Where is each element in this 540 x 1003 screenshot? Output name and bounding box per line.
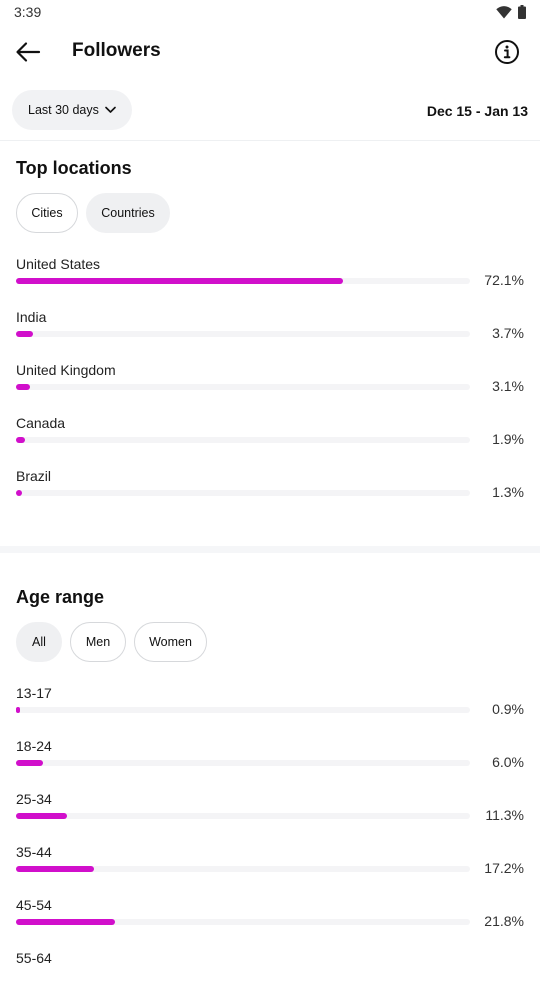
tab-cities[interactable]: Cities [16,193,78,233]
bar-fill [16,760,43,766]
list-item: United States 72.1% [16,256,526,309]
wifi-icon [496,5,512,18]
bar-track [16,331,470,337]
list-item: United Kingdom 3.1% [16,362,526,415]
list-item-percentage: 1.3% [492,484,524,500]
bar-fill [16,384,30,390]
page-title: Followers [72,40,161,61]
list-item-label: 55-64 [16,950,52,966]
bar-track [16,919,470,925]
list-item-label: United States [16,256,101,272]
bar-fill [16,437,25,443]
bar-fill [16,813,67,819]
list-item-label: 13-17 [16,685,52,701]
list-item-label: Canada [16,415,66,431]
list-item-percentage: 0.9% [492,701,524,717]
list-item-label: Brazil [16,468,52,484]
bar-fill [16,490,22,496]
list-item-percentage: 17.2% [484,860,524,876]
bar-fill [16,331,33,337]
divider [0,140,540,141]
status-bar: 3:39 [0,0,540,24]
tab-countries[interactable]: Countries [86,193,170,233]
list-item: India 3.7% [16,309,526,362]
tab-men[interactable]: Men [70,622,126,662]
arrow-left-icon [16,42,41,62]
status-icons [496,5,526,19]
top-app-bar: Followers [0,24,540,80]
bar-track [16,707,470,713]
list-item: 55-64 [16,950,526,1003]
list-item-label: India [16,309,47,325]
bar-track [16,490,470,496]
bar-fill [16,278,343,284]
tab-women[interactable]: Women [134,622,207,662]
bar-fill [16,866,94,872]
list-item-percentage: 3.1% [492,378,524,394]
list-item-label: 18-24 [16,738,52,754]
bar-track [16,437,470,443]
list-item: 35-44 17.2% [16,844,526,897]
list-item-percentage: 1.9% [492,431,524,447]
list-item-percentage: 6.0% [492,754,524,770]
bar-track [16,278,470,284]
bar-track [16,813,470,819]
bar-fill [16,707,20,713]
list-item-percentage: 72.1% [484,272,524,288]
list-item: 25-34 11.3% [16,791,526,844]
back-button[interactable] [14,38,42,66]
date-range-dropdown-label: Last 30 days [28,103,99,117]
list-item: Canada 1.9% [16,415,526,468]
bar-track [16,760,470,766]
tab-all[interactable]: All [16,622,62,662]
battery-icon [518,5,526,19]
bar-track [16,384,470,390]
date-range-text: Dec 15 - Jan 13 [426,103,528,119]
list-item-label: 45-54 [16,897,52,913]
status-time: 3:39 [14,4,42,20]
list-item-percentage: 3.7% [492,325,524,341]
info-icon [495,40,519,64]
list-item-percentage: 11.3% [485,807,524,823]
list-item-label: 35-44 [16,844,52,860]
info-button[interactable] [494,39,520,65]
list-item-label: United Kingdom [16,362,116,378]
list-item: Brazil 1.3% [16,468,526,521]
list-item: 18-24 6.0% [16,738,526,791]
bar-track [16,866,470,872]
section-title-top-locations: Top locations [16,158,132,178]
date-range-dropdown[interactable]: Last 30 days [12,90,132,130]
chevron-down-icon [105,106,116,113]
section-divider [0,546,540,553]
list-item-label: 25-34 [16,791,52,807]
list-item: 45-54 21.8% [16,897,526,950]
list-item: 13-17 0.9% [16,685,526,738]
section-title-age-range: Age range [16,587,105,607]
bar-fill [16,919,115,925]
list-item-percentage: 21.8% [484,913,524,929]
